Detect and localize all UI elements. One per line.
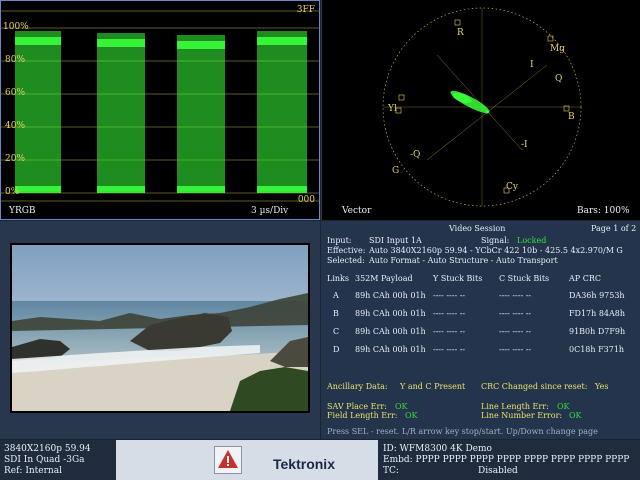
col-ap-crc: AP CRC	[569, 274, 601, 283]
row-a-c: ---- ---- --	[499, 291, 532, 300]
target-mg: Mg	[550, 44, 565, 54]
target-r: R	[457, 28, 464, 38]
row-a-link: A	[333, 291, 339, 300]
sav-label: SAV Place Err:	[327, 402, 387, 411]
row-a-y: ---- ---- --	[433, 291, 466, 300]
status-sdi: SDI In Quad -3Ga	[4, 455, 85, 465]
row-c-crc: 91B0h D7F9h	[569, 327, 626, 336]
status-tc-label: TC:	[383, 466, 399, 476]
picture-thumbnail	[10, 243, 310, 413]
crc-changed-label: CRC Changed since reset:	[481, 382, 588, 391]
video-session-pane[interactable]: Video Session Page 1 of 2 Input: SDI Inp…	[321, 221, 640, 439]
vector-title: Vector	[342, 206, 372, 216]
picture-pane[interactable]	[0, 221, 320, 439]
target-g: G	[392, 166, 400, 176]
scale-100: 100%	[3, 22, 29, 32]
selected-label: Selected:	[327, 256, 365, 265]
axis-neg-i: -I	[521, 140, 528, 150]
scale-20: 20%	[5, 154, 26, 164]
alarm-icon	[214, 446, 242, 474]
scale-80: 80%	[5, 55, 26, 65]
waveform-mode: YRGB	[9, 206, 36, 216]
vector-bars: Bars: 100%	[577, 206, 630, 216]
row-b-y: ---- ---- --	[433, 309, 466, 318]
effective-label: Effective:	[327, 246, 366, 255]
selected-value: Auto Format - Auto Structure - Auto Tran…	[369, 256, 558, 265]
crc-changed-value: Yes	[595, 382, 609, 391]
waveform-trace	[15, 31, 307, 191]
scale-40: 40%	[5, 121, 26, 131]
ancillary-label: Ancillary Data:	[327, 382, 388, 391]
status-embd: Embd: PPPP PPPP PPPP PPPP PPPP PPPP PPPP…	[383, 455, 630, 465]
vector-pane[interactable]: R Mg B Cy G Yl Q I -Q -I Vector Bars: 10…	[321, 0, 640, 220]
axis-neg-q: -Q	[410, 150, 421, 160]
status-ref: Ref: Internal	[4, 466, 62, 476]
row-d-payload: 89h CAh 00h 01h	[355, 345, 426, 354]
session-hint: Press SEL - reset. L/R arrow key stop/st…	[327, 427, 598, 436]
row-d-c: ---- ---- --	[499, 345, 532, 354]
sav-value: OK	[395, 402, 408, 411]
status-format: 3840X2160p 59.94	[4, 444, 91, 454]
target-yl: Yl	[388, 104, 397, 114]
row-a-crc: DA36h 9753h	[569, 291, 625, 300]
axis-q: Q	[555, 74, 563, 84]
row-b-c: ---- ---- --	[499, 309, 532, 318]
status-id: ID: WFM8300 4K Demo	[383, 444, 492, 454]
vector-graticule	[382, 7, 582, 207]
line-number-value: OK	[569, 411, 582, 420]
status-bar: 3840X2160p 59.94 SDI In Quad -3Ga Ref: I…	[0, 440, 640, 480]
row-c-link: C	[333, 327, 340, 336]
col-y-stuck: Y Stuck Bits	[433, 274, 483, 283]
format-status-box[interactable]: 3840X2160p 59.94 SDI In Quad -3Ga Ref: I…	[0, 440, 116, 480]
row-d-y: ---- ---- --	[433, 345, 466, 354]
signal-label: Signal:	[481, 236, 510, 245]
line-number-label: Line Number Error:	[481, 411, 563, 420]
col-c-stuck: C Stuck Bits	[499, 274, 550, 283]
field-length-value: OK	[405, 411, 418, 420]
axis-i: I	[530, 60, 534, 70]
row-d-link: D	[333, 345, 340, 354]
scale-0: 0%	[5, 187, 20, 197]
line-length-value: OK	[557, 402, 570, 411]
session-page: Page 1 of 2	[591, 224, 637, 233]
row-c-c: ---- ---- --	[499, 327, 532, 336]
scale-3ff: 3FF	[296, 5, 315, 15]
col-links: Links	[327, 274, 349, 283]
session-title: Video Session	[449, 224, 506, 233]
field-length-label: Field Length Err:	[327, 411, 398, 420]
brand-logo: Tektronix	[273, 456, 335, 472]
ancillary-value: Y and C Present	[400, 382, 466, 391]
device-status-box[interactable]: ID: WFM8300 4K Demo Embd: PPPP PPPP PPPP…	[378, 440, 640, 480]
target-b: B	[568, 112, 575, 122]
row-b-link: B	[333, 309, 339, 318]
status-tc-value: Disabled	[478, 466, 518, 476]
col-payload: 352M Payload	[355, 274, 413, 283]
waveform-graticule	[1, 10, 319, 202]
row-a-payload: 89h CAh 00h 01h	[355, 291, 426, 300]
row-d-crc: 0C18h F371h	[569, 345, 625, 354]
waveform-pane[interactable]: 100% 80% 60% 40% 20% 0% 3FF 000 YRGB 3 µ…	[0, 0, 320, 220]
scale-000: 000	[297, 195, 315, 205]
line-length-label: Line Length Err:	[481, 402, 549, 411]
target-cy: Cy	[506, 182, 518, 192]
waveform-timebase: 3 µs/Div	[251, 206, 289, 216]
input-value: SDI Input 1A	[369, 236, 422, 245]
scale-60: 60%	[5, 88, 26, 98]
row-b-payload: 89h CAh 00h 01h	[355, 309, 426, 318]
row-c-payload: 89h CAh 00h 01h	[355, 327, 426, 336]
effective-value: Auto 3840X2160p 59.94 - YCbCr 422 10b - …	[369, 246, 623, 255]
signal-value: Locked	[517, 236, 547, 245]
input-label: Input:	[327, 236, 352, 245]
row-c-y: ---- ---- --	[433, 327, 466, 336]
row-b-crc: FD17h 84A8h	[569, 309, 626, 318]
